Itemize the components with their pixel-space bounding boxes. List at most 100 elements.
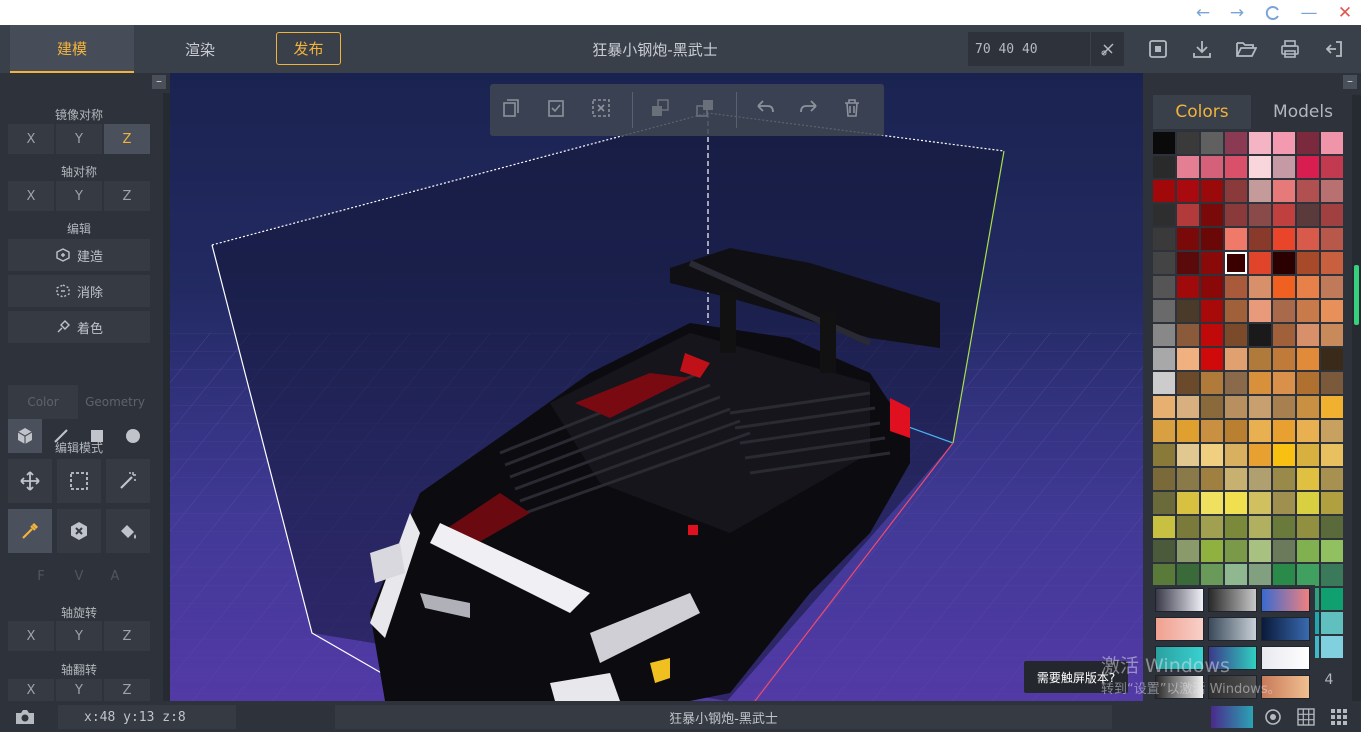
color-swatch[interactable]: [1177, 396, 1199, 418]
color-swatch[interactable]: [1273, 228, 1295, 250]
color-swatch[interactable]: [1273, 252, 1295, 274]
exit-icon[interactable]: [1321, 36, 1347, 62]
color-swatch[interactable]: [1177, 324, 1199, 346]
color-swatch[interactable]: [1153, 372, 1175, 394]
print-icon[interactable]: [1277, 36, 1303, 62]
color-swatch[interactable]: [1177, 156, 1199, 178]
color-swatch[interactable]: [1321, 204, 1343, 226]
color-swatch[interactable]: [1249, 492, 1271, 514]
paste-icon[interactable]: [547, 98, 571, 122]
color-swatch[interactable]: [1273, 372, 1295, 394]
color-swatch[interactable]: [1249, 300, 1271, 322]
color-swatch[interactable]: [1153, 276, 1175, 298]
color-swatch[interactable]: [1225, 132, 1247, 154]
erase-button[interactable]: 消除: [8, 275, 150, 307]
color-swatch[interactable]: [1201, 348, 1223, 370]
color-swatch[interactable]: [1201, 252, 1223, 274]
color-swatch[interactable]: [1321, 612, 1343, 634]
color-swatch[interactable]: [1225, 444, 1247, 466]
color-swatch[interactable]: [1225, 156, 1247, 178]
color-swatch[interactable]: [1153, 468, 1175, 490]
color-swatch[interactable]: [1225, 372, 1247, 394]
left-panel-scrollbar[interactable]: [163, 93, 170, 701]
3d-viewport[interactable]: [170, 73, 1143, 701]
color-swatch[interactable]: [1177, 204, 1199, 226]
color-swatch[interactable]: [1201, 540, 1223, 562]
rotate-y-button[interactable]: Y: [56, 621, 102, 651]
color-swatch[interactable]: [1153, 180, 1175, 202]
minimize-button[interactable]: —: [1292, 0, 1326, 25]
color-swatch[interactable]: [1273, 564, 1295, 586]
color-swatch[interactable]: [1177, 420, 1199, 442]
collapse-left-panel-button[interactable]: –: [152, 75, 166, 89]
color-swatch[interactable]: [1249, 204, 1271, 226]
color-swatch[interactable]: [1177, 444, 1199, 466]
color-swatch[interactable]: [1177, 228, 1199, 250]
color-swatch[interactable]: [1201, 516, 1223, 538]
color-swatch[interactable]: [1321, 420, 1343, 442]
color-swatch[interactable]: [1273, 444, 1295, 466]
select-tool-button[interactable]: [57, 459, 101, 503]
color-swatch[interactable]: [1297, 252, 1319, 274]
color-swatch[interactable]: [1297, 444, 1319, 466]
color-swatch[interactable]: [1177, 492, 1199, 514]
color-swatch[interactable]: [1297, 204, 1319, 226]
color-swatch[interactable]: [1249, 444, 1271, 466]
color-swatch[interactable]: [1225, 348, 1247, 370]
color-swatch[interactable]: [1321, 636, 1343, 658]
color-swatch[interactable]: [1177, 564, 1199, 586]
color-swatch[interactable]: [1225, 252, 1247, 274]
color-swatch[interactable]: [1273, 516, 1295, 538]
color-swatch[interactable]: [1273, 468, 1295, 490]
color-swatch[interactable]: [1249, 180, 1271, 202]
color-swatch[interactable]: [1225, 204, 1247, 226]
color-swatch[interactable]: [1321, 132, 1343, 154]
color-swatch[interactable]: [1273, 420, 1295, 442]
all-mode-label[interactable]: A: [105, 569, 125, 584]
color-swatch[interactable]: [1273, 180, 1295, 202]
color-swatch[interactable]: [1249, 324, 1271, 346]
color-swatch[interactable]: [1177, 300, 1199, 322]
clear-selection-icon[interactable]: [591, 98, 615, 122]
paint-button[interactable]: 着色: [8, 311, 150, 343]
color-swatch[interactable]: [1225, 180, 1247, 202]
color-swatch[interactable]: [1201, 492, 1223, 514]
open-folder-icon[interactable]: [1233, 36, 1259, 62]
copy-icon[interactable]: [502, 98, 526, 122]
color-swatch[interactable]: [1297, 348, 1319, 370]
color-swatch[interactable]: [1249, 420, 1271, 442]
color-swatch[interactable]: [1273, 132, 1295, 154]
flip-x-button[interactable]: X: [8, 679, 54, 701]
forward-icon[interactable]: →: [1220, 0, 1254, 25]
gradient-swatch[interactable]: [1261, 646, 1310, 670]
color-swatch[interactable]: [1249, 156, 1271, 178]
color-swatch[interactable]: [1297, 180, 1319, 202]
color-swatch[interactable]: [1225, 324, 1247, 346]
remove-tool-button[interactable]: [57, 509, 101, 553]
color-swatch[interactable]: [1153, 540, 1175, 562]
color-swatch[interactable]: [1273, 540, 1295, 562]
color-swatch[interactable]: [1201, 300, 1223, 322]
color-swatch[interactable]: [1321, 516, 1343, 538]
color-swatch[interactable]: [1321, 180, 1343, 202]
fill-tool-button[interactable]: [106, 509, 150, 553]
color-swatch[interactable]: [1249, 132, 1271, 154]
color-swatch[interactable]: [1201, 444, 1223, 466]
color-swatch[interactable]: [1321, 540, 1343, 562]
refresh-icon[interactable]: [1256, 0, 1290, 25]
color-swatch[interactable]: [1177, 276, 1199, 298]
color-swatch[interactable]: [1153, 396, 1175, 418]
save-icon[interactable]: [1145, 36, 1171, 62]
color-swatch[interactable]: [1249, 516, 1271, 538]
target-icon[interactable]: [1263, 707, 1283, 727]
color-swatch[interactable]: [1225, 516, 1247, 538]
color-swatch[interactable]: [1273, 348, 1295, 370]
color-swatch[interactable]: [1297, 516, 1319, 538]
axis-sym-x-button[interactable]: X: [8, 181, 54, 211]
mirror-z-button[interactable]: Z: [104, 124, 150, 154]
color-swatch[interactable]: [1321, 252, 1343, 274]
color-swatch[interactable]: [1153, 300, 1175, 322]
color-swatch[interactable]: [1201, 420, 1223, 442]
eyedropper-tool-button[interactable]: [8, 509, 52, 553]
tab-colors[interactable]: Colors: [1153, 95, 1251, 129]
